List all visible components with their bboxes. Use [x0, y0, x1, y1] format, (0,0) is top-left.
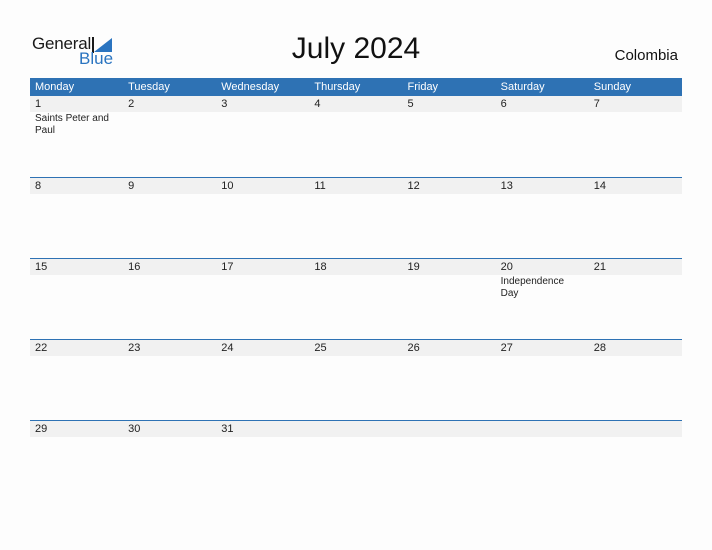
- day-number: 21: [593, 261, 606, 273]
- holiday-label: Saints Peter and Paul: [35, 113, 109, 136]
- day-number: 23: [128, 342, 141, 354]
- day-number: 15: [35, 261, 48, 273]
- day-number: 24: [221, 342, 234, 354]
- day-number: [589, 421, 682, 437]
- day-number: 1: [35, 98, 42, 110]
- day-number: 25: [314, 342, 327, 354]
- week-row: 1 2 3 4 5 6 7 Saints Peter and Paul: [30, 96, 682, 177]
- holiday-label: [216, 275, 309, 300]
- holiday-label: [496, 112, 589, 137]
- holiday-label: [123, 437, 216, 438]
- day-number: 3: [221, 98, 228, 110]
- holiday-label: [496, 437, 589, 438]
- day-number: 12: [407, 180, 420, 192]
- holiday-label: [216, 112, 309, 137]
- day-number: 16: [128, 261, 141, 273]
- day-number: 4: [314, 98, 321, 110]
- calendar-grid: Monday Tuesday Wednesday Thursday Friday…: [30, 78, 682, 501]
- events-band: [30, 437, 682, 438]
- day-number: 27: [500, 342, 513, 354]
- holiday-label: [589, 112, 682, 137]
- week-row: 8 9 10 11 12 13 14: [30, 177, 682, 258]
- day-number: 29: [35, 423, 48, 435]
- weekday-label: Tuesday: [128, 81, 170, 93]
- week-row: 22 23 24 25 26 27 28: [30, 339, 682, 420]
- country-label: Colombia: [614, 47, 678, 64]
- day-number: 2: [128, 98, 135, 110]
- day-number: 6: [500, 98, 507, 110]
- holiday-label: [496, 356, 589, 357]
- day-number: [403, 421, 496, 437]
- day-number: 28: [593, 342, 606, 354]
- events-band: [30, 356, 682, 357]
- holiday-label: [589, 194, 682, 195]
- day-number: 30: [128, 423, 141, 435]
- holiday-label: [589, 437, 682, 438]
- day-number-band: 1 2 3 4 5 6 7: [30, 96, 682, 112]
- weekday-label: Wednesday: [221, 81, 280, 93]
- holiday-label: Independence Day: [500, 276, 565, 299]
- day-number-band: 8 9 10 11 12 13 14: [30, 178, 682, 194]
- day-number: 26: [407, 342, 420, 354]
- day-number-band: 15 16 17 18 19 20 21: [30, 259, 682, 275]
- holiday-label: [496, 194, 589, 195]
- holiday-label: [403, 194, 496, 195]
- weekday-label: Saturday: [500, 81, 545, 93]
- day-number: 19: [407, 261, 420, 273]
- week-row: 29 30 31: [30, 420, 682, 501]
- holiday-label: [123, 194, 216, 195]
- holiday-label: [309, 194, 402, 195]
- weekday-label: Sunday: [593, 81, 632, 93]
- day-number: 8: [35, 180, 42, 192]
- week-row: 15 16 17 18 19 20 21 Independence Day: [30, 258, 682, 339]
- weekday-label: Monday: [35, 81, 75, 93]
- day-number-band: 29 30 31: [30, 421, 682, 437]
- day-number: 11: [314, 180, 326, 192]
- weekday-header: Monday Tuesday Wednesday Thursday Friday…: [30, 78, 682, 96]
- holiday-label: [123, 275, 216, 300]
- holiday-label: [589, 356, 682, 357]
- page-title: July 2024: [291, 32, 421, 65]
- day-number: [496, 421, 589, 437]
- events-band: Independence Day: [30, 275, 682, 300]
- holiday-label: [403, 275, 496, 300]
- day-number: 7: [593, 98, 600, 110]
- holiday-label: [30, 356, 123, 357]
- day-number: 5: [407, 98, 414, 110]
- day-number: 31: [221, 423, 234, 435]
- day-number: 13: [500, 180, 513, 192]
- day-number: 10: [221, 180, 234, 192]
- holiday-label: [403, 437, 496, 438]
- holiday-label: [309, 275, 402, 300]
- holiday-label: [30, 437, 123, 438]
- events-band: Saints Peter and Paul: [30, 112, 682, 137]
- holiday-label: [123, 112, 216, 137]
- day-number: 9: [128, 180, 135, 192]
- day-number: 22: [35, 342, 48, 354]
- day-number: 17: [221, 261, 234, 273]
- holiday-label: [216, 356, 309, 357]
- day-number-band: 22 23 24 25 26 27 28: [30, 340, 682, 356]
- holiday-label: [309, 112, 402, 137]
- holiday-label: [30, 275, 123, 300]
- holiday-label: [403, 356, 496, 357]
- holiday-label: [309, 356, 402, 357]
- holiday-label: [589, 275, 682, 300]
- holiday-label: [216, 194, 309, 195]
- day-number: 18: [314, 261, 327, 273]
- weeks-container: 1 2 3 4 5 6 7 Saints Peter and Paul 8 9 10 11 12 13 14…: [30, 96, 682, 501]
- weekday-label: Friday: [407, 81, 439, 93]
- holiday-label: [30, 194, 123, 195]
- day-number: 14: [593, 180, 606, 192]
- holiday-label: [403, 112, 496, 137]
- holiday-label: [309, 437, 402, 438]
- weekday-label: Thursday: [314, 81, 361, 93]
- holiday-label: [216, 437, 309, 438]
- holiday-label: [123, 356, 216, 357]
- day-number: [309, 421, 402, 437]
- day-number: 20: [500, 261, 513, 273]
- events-band: [30, 194, 682, 195]
